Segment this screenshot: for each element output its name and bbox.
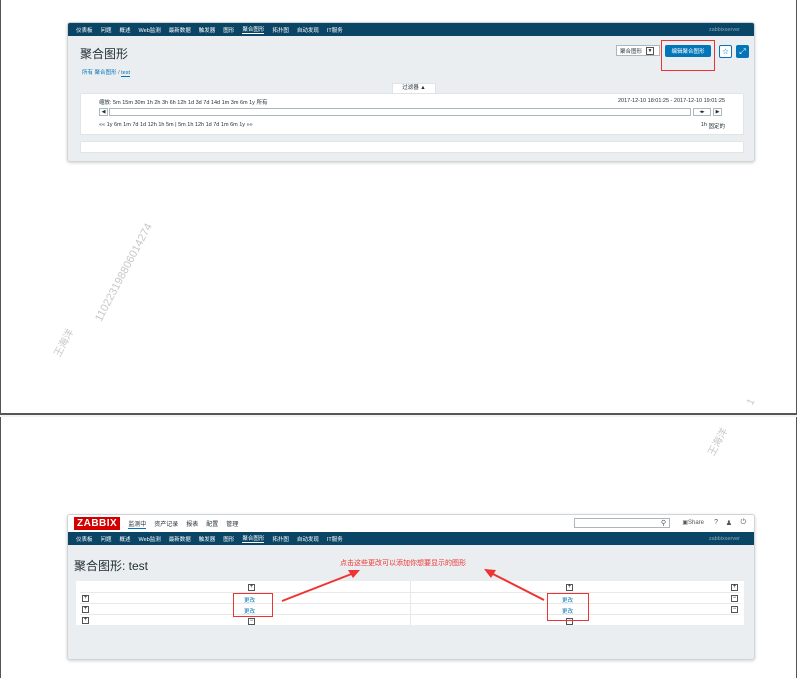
subnav-item[interactable]: 问题: [101, 26, 112, 34]
screenshot-screens-list: 仪表板 问题 概述 Web监测 最新数据 触发器 图形 聚合图形 拓扑图 自动发…: [67, 22, 755, 162]
subnav-item[interactable]: 仪表板: [76, 26, 93, 34]
chevron-down-icon: ▼: [646, 46, 655, 55]
screen-content-area: [80, 141, 744, 153]
arrow-head-right: [484, 569, 496, 578]
breadcrumb-all[interactable]: 所有 聚合图形: [82, 70, 117, 76]
highlight-box: [661, 40, 715, 71]
screen-select[interactable]: 聚合图形 ▼: [616, 45, 660, 56]
subnav-item[interactable]: 自动发现: [297, 26, 319, 34]
subnav-item[interactable]: 概述: [120, 26, 131, 34]
subnav-item[interactable]: 图形: [223, 26, 234, 34]
period-value: 1h: [700, 122, 707, 128]
shift-options[interactable]: «« 1y 6m 1m 7d 1d 12h 1h 5m | 5m 1h 12h …: [99, 122, 253, 128]
subnav-item[interactable]: Web监测: [139, 26, 161, 34]
fixed-toggle[interactable]: 固定的: [708, 122, 725, 130]
scroll-left-button[interactable]: ◀: [99, 108, 108, 116]
subnav-item[interactable]: IT服务: [327, 26, 343, 34]
server-name: zabbixserver: [708, 26, 740, 33]
scroll-right-button[interactable]: ▶: [713, 108, 722, 116]
document-page-2: 王海洋 ZABBIX 监测中 资产记录 报表 配置 管理 ⚲ ▣Share ? …: [0, 417, 797, 678]
breadcrumb-current[interactable]: test: [121, 70, 130, 77]
fullscreen-icon[interactable]: ⤢: [736, 45, 749, 58]
filter-panel: 缩放: 5m 15m 30m 1h 2h 3h 6h 12h 1d 3d 7d …: [80, 93, 744, 135]
breadcrumb: 所有 聚合图形 / test: [82, 68, 130, 77]
subnav-item[interactable]: 拓扑图: [272, 26, 289, 34]
subnav-item-active[interactable]: 聚合图形: [242, 25, 265, 34]
arrow-line-right: [490, 572, 545, 601]
time-range: 2017-12-10 18:01:25 - 2017-12-10 19:01:2…: [617, 98, 725, 104]
subnav-item[interactable]: 触发器: [199, 26, 216, 34]
sub-navigation: 仪表板 问题 概述 Web监测 最新数据 触发器 图形 聚合图形 拓扑图 自动发…: [68, 23, 754, 36]
arrow-line-left: [281, 572, 355, 602]
watermark-name: 王海洋: [52, 327, 77, 360]
timeline-scrollbar[interactable]: [109, 108, 691, 116]
watermark-number: 110223198806014274: [93, 221, 155, 324]
watermark-edge: 1: [745, 397, 758, 408]
document-page-1: 仪表板 问题 概述 Web监测 最新数据 触发器 图形 聚合图形 拓扑图 自动发…: [0, 0, 797, 415]
scroll-handle[interactable]: ◂▸: [693, 108, 711, 116]
breadcrumb-separator: /: [118, 70, 120, 76]
watermark-name-2: 王海洋: [706, 426, 731, 459]
filter-tab[interactable]: 过滤器 ▲: [392, 83, 436, 93]
favorite-star-icon[interactable]: ☆: [719, 45, 732, 58]
screenshot-screen-edit: ZABBIX 监测中 资产记录 报表 配置 管理 ⚲ ▣Share ? ♟ ⏻ …: [67, 514, 755, 660]
subnav-item[interactable]: 最新数据: [169, 26, 191, 34]
select-value: 聚合图形: [620, 48, 643, 55]
zoom-options[interactable]: 缩放: 5m 15m 30m 1h 2h 3h 6h 12h 1d 3d 7d …: [99, 98, 267, 106]
annotation-arrows: [281, 569, 545, 602]
page-title: 聚合图形: [80, 47, 129, 61]
